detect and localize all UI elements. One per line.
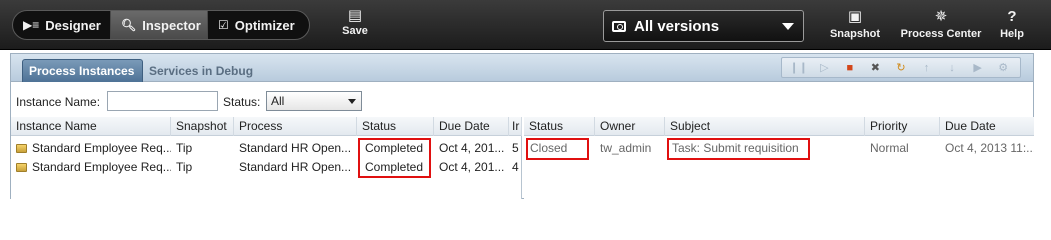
instance-name-input[interactable] bbox=[107, 91, 218, 111]
process-cell: Standard HR Open... bbox=[239, 141, 352, 155]
inspector-label: Inspector bbox=[142, 17, 201, 33]
chevron-down-icon bbox=[782, 23, 794, 30]
help-icon: ? bbox=[1007, 8, 1017, 25]
col-task-status[interactable]: Status bbox=[524, 117, 595, 136]
ir-cell: 4 bbox=[512, 160, 519, 174]
tab-services-in-debug[interactable]: Services in Debug bbox=[143, 59, 263, 82]
instances-table-header: Instance Name Snapshot Process Status Du… bbox=[11, 117, 522, 136]
help-label: Help bbox=[1000, 28, 1024, 40]
tasks-table: Status Owner Subject Priority Due Date C… bbox=[524, 117, 1034, 199]
table-row[interactable]: Standard Employee Req... Tip Standard HR… bbox=[11, 138, 521, 158]
instance-name-cell: Standard Employee Req... bbox=[11, 138, 171, 158]
main-toolbar: ▶≡ Designer 🔍︎ Inspector ☑ Optimizer ▤ S… bbox=[0, 0, 1051, 50]
refresh-icon[interactable]: ↻ bbox=[893, 60, 909, 76]
snapshot-cell: Tip bbox=[176, 141, 193, 155]
due-date-cell: Oct 4, 201... bbox=[439, 141, 505, 155]
subject-cell: Task: Submit requisition bbox=[672, 141, 799, 155]
col-task-due-date[interactable]: Due Date bbox=[940, 117, 1034, 136]
save-icon: ▤ bbox=[347, 7, 363, 24]
panel-header: Process Instances Services in Debug ❙❙ ▷… bbox=[11, 54, 1033, 82]
instance-actions-toolbar: ❙❙ ▷ ■ ✖ ↻ ↑ ↓ ▶ ⚙ bbox=[781, 57, 1021, 78]
stop-icon[interactable]: ■ bbox=[842, 60, 858, 76]
instances-table: Instance Name Snapshot Process Status Du… bbox=[11, 117, 522, 199]
up-icon[interactable]: ↑ bbox=[919, 60, 935, 76]
status-filter-value: All bbox=[271, 94, 285, 108]
save-label: Save bbox=[342, 25, 368, 37]
col-process[interactable]: Process bbox=[234, 117, 357, 136]
col-subject[interactable]: Subject bbox=[665, 117, 865, 136]
mode-switcher: ▶≡ Designer 🔍︎ Inspector ☑ Optimizer bbox=[12, 10, 310, 40]
tasks-table-header: Status Owner Subject Priority Due Date bbox=[524, 117, 1034, 136]
col-status[interactable]: Status bbox=[357, 117, 434, 136]
status-filter-label: Status: bbox=[223, 95, 261, 109]
col-ir[interactable]: Ir bbox=[509, 117, 522, 136]
tab-process-instances[interactable]: Process Instances bbox=[22, 59, 143, 82]
col-priority[interactable]: Priority bbox=[865, 117, 940, 136]
designer-icon: ▶≡ bbox=[23, 18, 40, 32]
instance-icon bbox=[16, 144, 27, 153]
camera-icon: ▣ bbox=[847, 8, 863, 25]
chevron-down-icon bbox=[348, 99, 356, 104]
play-icon[interactable]: ▶ bbox=[970, 60, 986, 76]
snapshot-label: Snapshot bbox=[829, 28, 881, 40]
status-filter-select[interactable]: All bbox=[266, 91, 362, 111]
col-due-date[interactable]: Due Date bbox=[434, 117, 509, 136]
down-icon[interactable]: ↓ bbox=[944, 60, 960, 76]
designer-mode-button[interactable]: ▶≡ Designer bbox=[13, 11, 111, 39]
ir-cell: 5 bbox=[512, 141, 519, 155]
inspector-mode-button[interactable]: 🔍︎ Inspector bbox=[111, 11, 208, 39]
versions-label: All versions bbox=[634, 17, 720, 35]
col-owner[interactable]: Owner bbox=[595, 117, 665, 136]
chart-icon: ☑ bbox=[218, 18, 229, 32]
step-icon[interactable]: ▷ bbox=[816, 60, 832, 76]
help-button[interactable]: ? Help bbox=[994, 8, 1030, 40]
designer-label: Designer bbox=[45, 17, 101, 33]
process-cell: Standard HR Open... bbox=[239, 160, 352, 174]
optimizer-mode-button[interactable]: ☑ Optimizer bbox=[208, 11, 309, 39]
save-button[interactable]: ▤ Save bbox=[333, 7, 377, 45]
col-instance-name[interactable]: Instance Name bbox=[11, 117, 171, 136]
camera-icon bbox=[612, 20, 626, 32]
process-center-label: Process Center bbox=[900, 28, 982, 40]
optimizer-label: Optimizer bbox=[234, 17, 295, 33]
versions-dropdown[interactable]: All versions bbox=[603, 10, 804, 42]
table-row[interactable]: Closed tw_admin Task: Submit requisition… bbox=[524, 138, 1034, 158]
due-date-cell: Oct 4, 201... bbox=[439, 160, 505, 174]
priority-cell: Normal bbox=[870, 141, 909, 155]
network-icon: ✵ bbox=[934, 8, 948, 25]
process-instances-panel: Process Instances Services in Debug ❙❙ ▷… bbox=[10, 53, 1034, 199]
instance-icon bbox=[16, 163, 27, 172]
instance-name-label: Instance Name: bbox=[16, 95, 101, 109]
status-cell: Completed bbox=[365, 160, 424, 174]
snapshot-cell: Tip bbox=[176, 160, 193, 174]
snapshot-button[interactable]: ▣ Snapshot bbox=[826, 8, 884, 40]
process-center-button[interactable]: ✵ Process Center bbox=[898, 8, 984, 40]
settings-icon[interactable]: ⚙ bbox=[995, 60, 1011, 76]
task-status-cell: Closed bbox=[530, 141, 568, 155]
status-cell: Completed bbox=[365, 141, 424, 155]
task-due-date-cell: Oct 4, 2013 11:... bbox=[945, 141, 1034, 155]
delete-icon[interactable]: ✖ bbox=[867, 60, 883, 76]
pause-icon[interactable]: ❙❙ bbox=[790, 60, 808, 76]
search-icon: 🔍︎ bbox=[121, 18, 137, 32]
table-row[interactable]: Standard Employee Req... Tip Standard HR… bbox=[11, 157, 521, 177]
instance-name-cell: Standard Employee Req... bbox=[11, 157, 171, 177]
owner-cell: tw_admin bbox=[600, 141, 652, 155]
col-snapshot[interactable]: Snapshot bbox=[171, 117, 234, 136]
filter-bar: Instance Name: Status: All bbox=[11, 83, 1033, 117]
